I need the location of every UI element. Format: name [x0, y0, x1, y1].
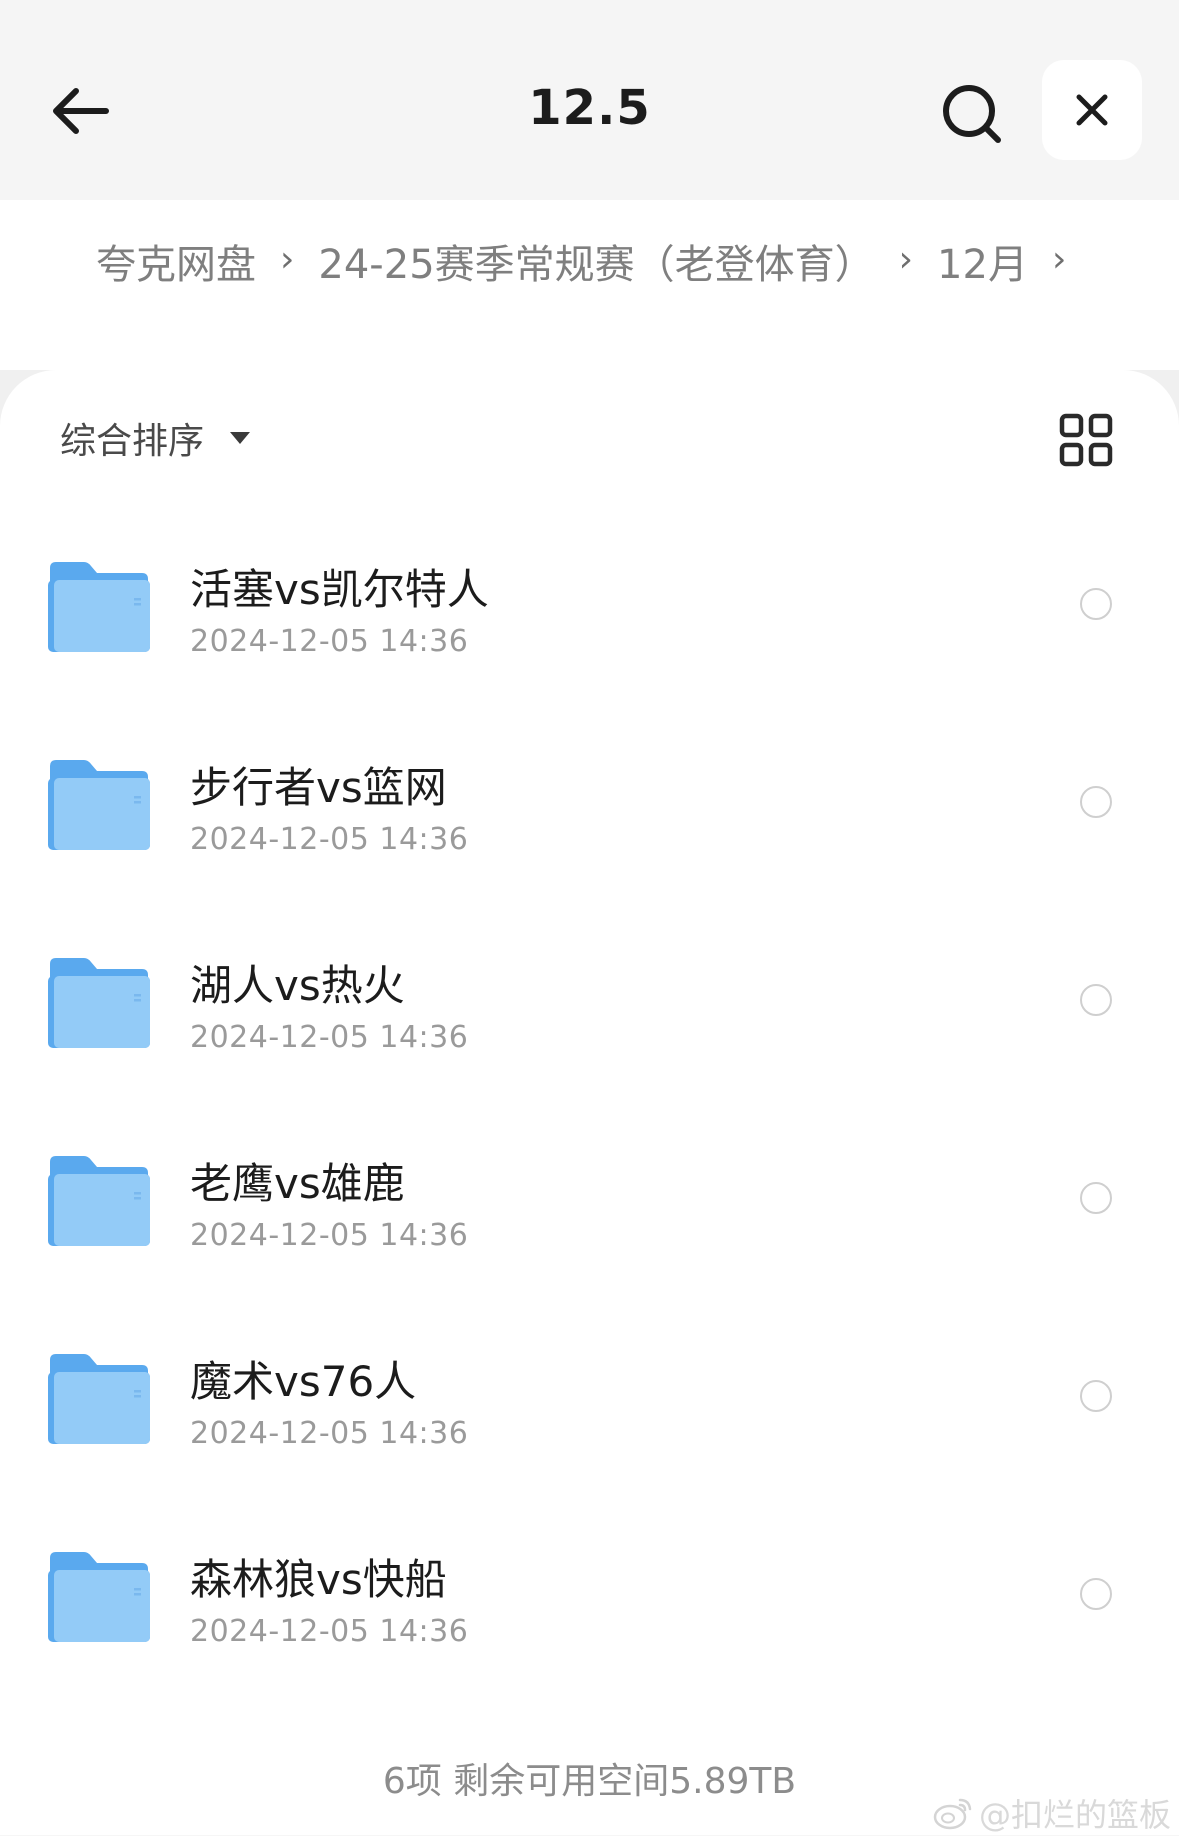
- file-list: 活塞vs凯尔特人 2024-12-05 14:36 步行者vs篮网 2024-1…: [0, 528, 1179, 1716]
- select-radio[interactable]: [1080, 984, 1112, 1016]
- folder-icon: [48, 958, 150, 1048]
- select-radio[interactable]: [1080, 1380, 1112, 1412]
- folder-icon: [48, 1156, 150, 1246]
- chevron-right-icon: ›: [1051, 238, 1067, 280]
- file-name: 魔术vs76人: [190, 1357, 417, 1406]
- watermark-text: @扣烂的篮板: [978, 1796, 1171, 1834]
- breadcrumb-item-season[interactable]: 24-25赛季常规赛（老登体育）: [318, 232, 874, 290]
- chevron-right-icon: ›: [898, 238, 914, 280]
- folder-icon: [48, 760, 150, 850]
- list-item[interactable]: 步行者vs篮网 2024-12-05 14:36: [0, 726, 1179, 924]
- select-radio[interactable]: [1080, 1182, 1112, 1214]
- sort-dropdown[interactable]: 综合排序: [60, 412, 251, 464]
- file-date: 2024-12-05 14:36: [190, 1218, 469, 1253]
- sort-label: 综合排序: [60, 421, 205, 462]
- list-item[interactable]: 老鹰vs雄鹿 2024-12-05 14:36: [0, 1122, 1179, 1320]
- caret-down-icon: [230, 432, 251, 444]
- folder-icon: [48, 1552, 150, 1642]
- file-date: 2024-12-05 14:36: [190, 1020, 469, 1055]
- file-name: 森林狼vs快船: [190, 1555, 447, 1604]
- file-name: 老鹰vs雄鹿: [190, 1159, 405, 1208]
- file-name: 步行者vs篮网: [190, 763, 447, 812]
- file-date: 2024-12-05 14:36: [190, 624, 469, 659]
- list-item[interactable]: 活塞vs凯尔特人 2024-12-05 14:36: [0, 528, 1179, 726]
- folder-icon: [48, 1354, 150, 1444]
- breadcrumb-item-month[interactable]: 12月: [937, 232, 1028, 290]
- file-date: 2024-12-05 14:36: [190, 1416, 469, 1451]
- file-name: 活塞vs凯尔特人: [190, 565, 489, 614]
- list-item[interactable]: 森林狼vs快船 2024-12-05 14:36: [0, 1518, 1179, 1716]
- list-item[interactable]: 湖人vs热火 2024-12-05 14:36: [0, 924, 1179, 1122]
- weibo-icon: [933, 1798, 972, 1830]
- search-icon: [943, 85, 1001, 143]
- list-item[interactable]: 魔术vs76人 2024-12-05 14:36: [0, 1320, 1179, 1518]
- watermark: @扣烂的篮板: [933, 1790, 1171, 1836]
- close-icon: [1076, 94, 1108, 126]
- folder-icon: [48, 562, 150, 652]
- select-radio[interactable]: [1080, 588, 1112, 620]
- chevron-right-icon: ›: [280, 238, 295, 280]
- top-bar: 12.5: [0, 0, 1179, 200]
- select-radio[interactable]: [1080, 786, 1112, 818]
- file-date: 2024-12-05 14:36: [190, 822, 469, 857]
- grid-view-button[interactable]: [1058, 412, 1114, 468]
- file-name: 湖人vs热火: [190, 961, 405, 1010]
- breadcrumb: 夸克网盘 › 24-25赛季常规赛（老登体育） › 12月 ›: [96, 232, 1066, 290]
- close-button[interactable]: [1042, 60, 1142, 160]
- search-button[interactable]: [936, 78, 1008, 150]
- breadcrumb-item-root[interactable]: 夸克网盘: [96, 232, 256, 290]
- select-radio[interactable]: [1080, 1578, 1112, 1610]
- grid-view-icon: [1059, 413, 1113, 467]
- file-date: 2024-12-05 14:36: [190, 1614, 469, 1649]
